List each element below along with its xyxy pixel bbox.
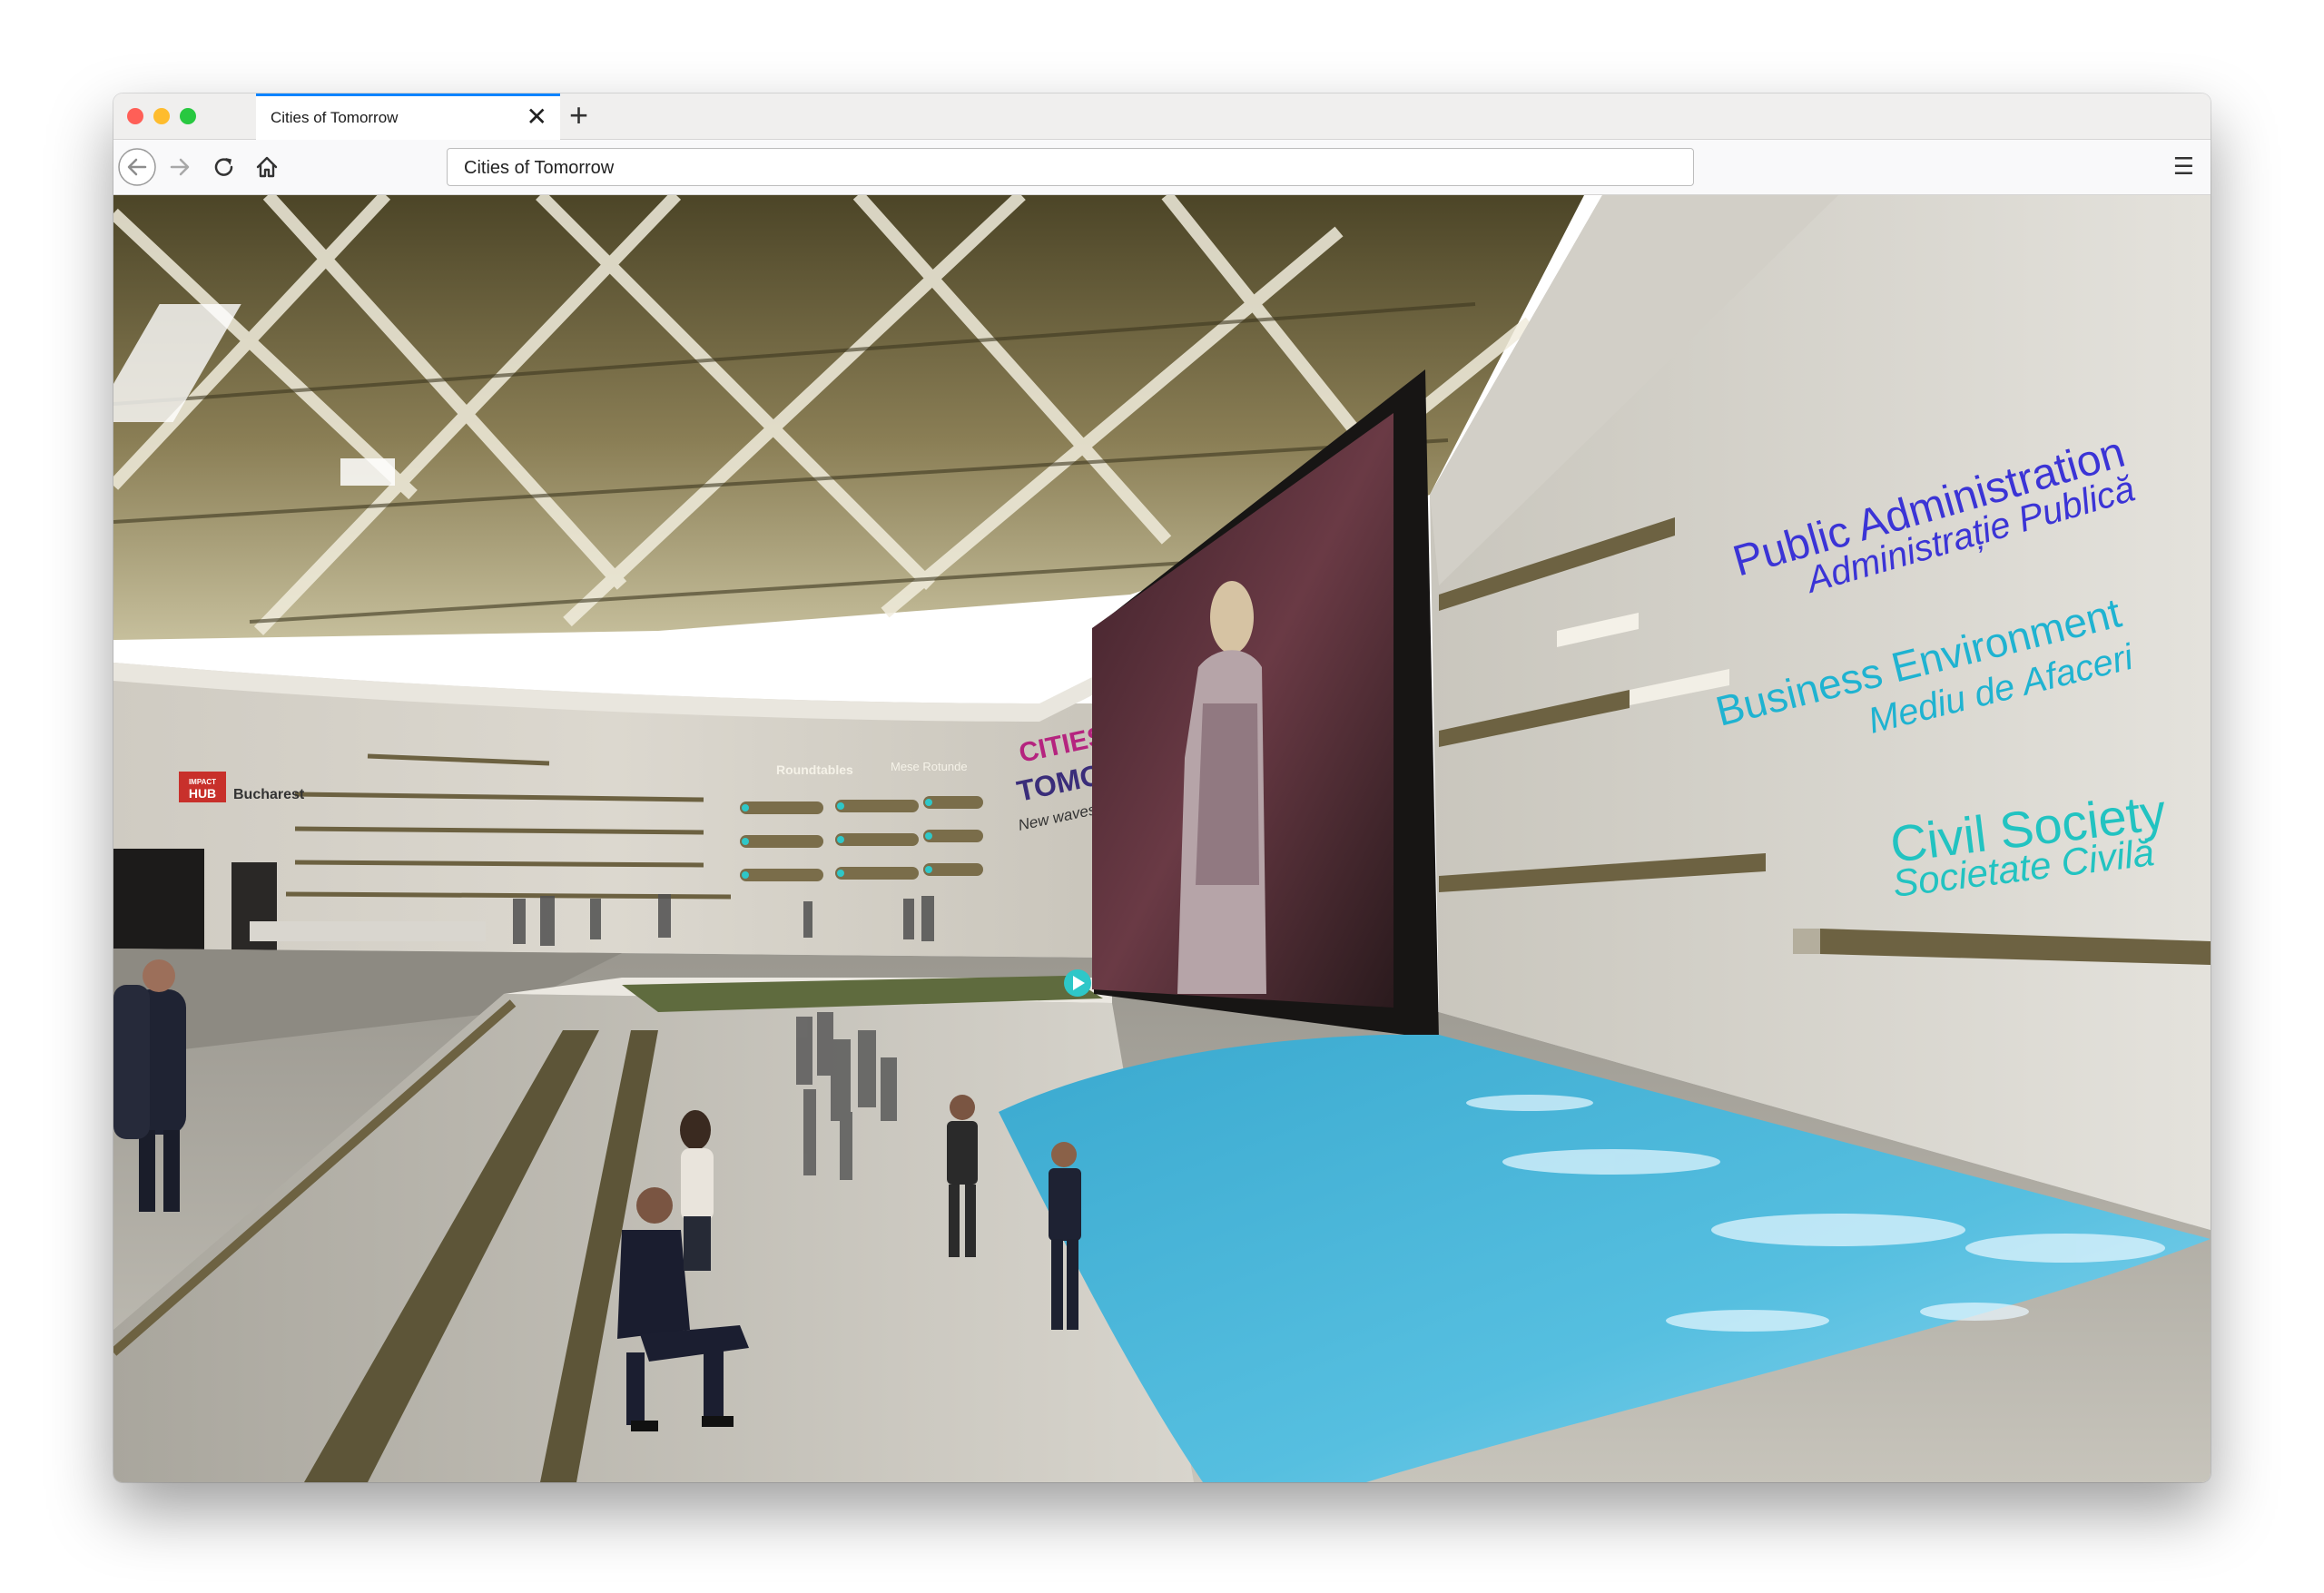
navigation-bar: Cities of Tomorrow ☰ (113, 140, 2211, 195)
address-text: Cities of Tomorrow (464, 158, 615, 178)
reload-icon[interactable] (204, 147, 244, 187)
browser-window: Cities of Tomorrow ✕ + Cities of Tomorro… (113, 93, 2211, 1482)
roundtables-title-ro: Mese Rotunde (891, 760, 968, 773)
back-arrow-icon[interactable] (117, 147, 157, 187)
home-icon[interactable] (247, 147, 287, 187)
close-window-button[interactable] (127, 108, 143, 124)
logo-text-top: IMPACT (189, 778, 216, 786)
avatar-woman[interactable] (680, 1110, 714, 1271)
skylight (340, 458, 395, 486)
roundtables-title: Roundtables (776, 762, 853, 777)
tab-strip: Cities of Tomorrow ✕ + (113, 93, 2211, 140)
hamburger-menu-icon[interactable]: ☰ (2173, 152, 2194, 180)
tab-title: Cities of Tomorrow (271, 109, 399, 126)
venue-name-label: Bucharest (233, 787, 305, 802)
forward-arrow-icon[interactable] (161, 147, 201, 187)
tab-cities-of-tomorrow[interactable]: Cities of Tomorrow ✕ (256, 93, 560, 140)
logo-text-bottom: HUB (189, 786, 216, 801)
minimize-window-button[interactable] (153, 108, 170, 124)
close-tab-icon[interactable]: ✕ (527, 104, 547, 130)
virtual-venue-viewport[interactable]: IMPACT HUB Bucharest Roundtables Mese Ro… (113, 195, 2211, 1482)
new-tab-icon[interactable]: + (569, 97, 588, 133)
zoom-window-button[interactable] (180, 108, 196, 124)
address-bar[interactable]: Cities of Tomorrow (447, 148, 1694, 186)
virtual-hall-scene: IMPACT HUB Bucharest Roundtables Mese Ro… (113, 195, 2211, 1482)
